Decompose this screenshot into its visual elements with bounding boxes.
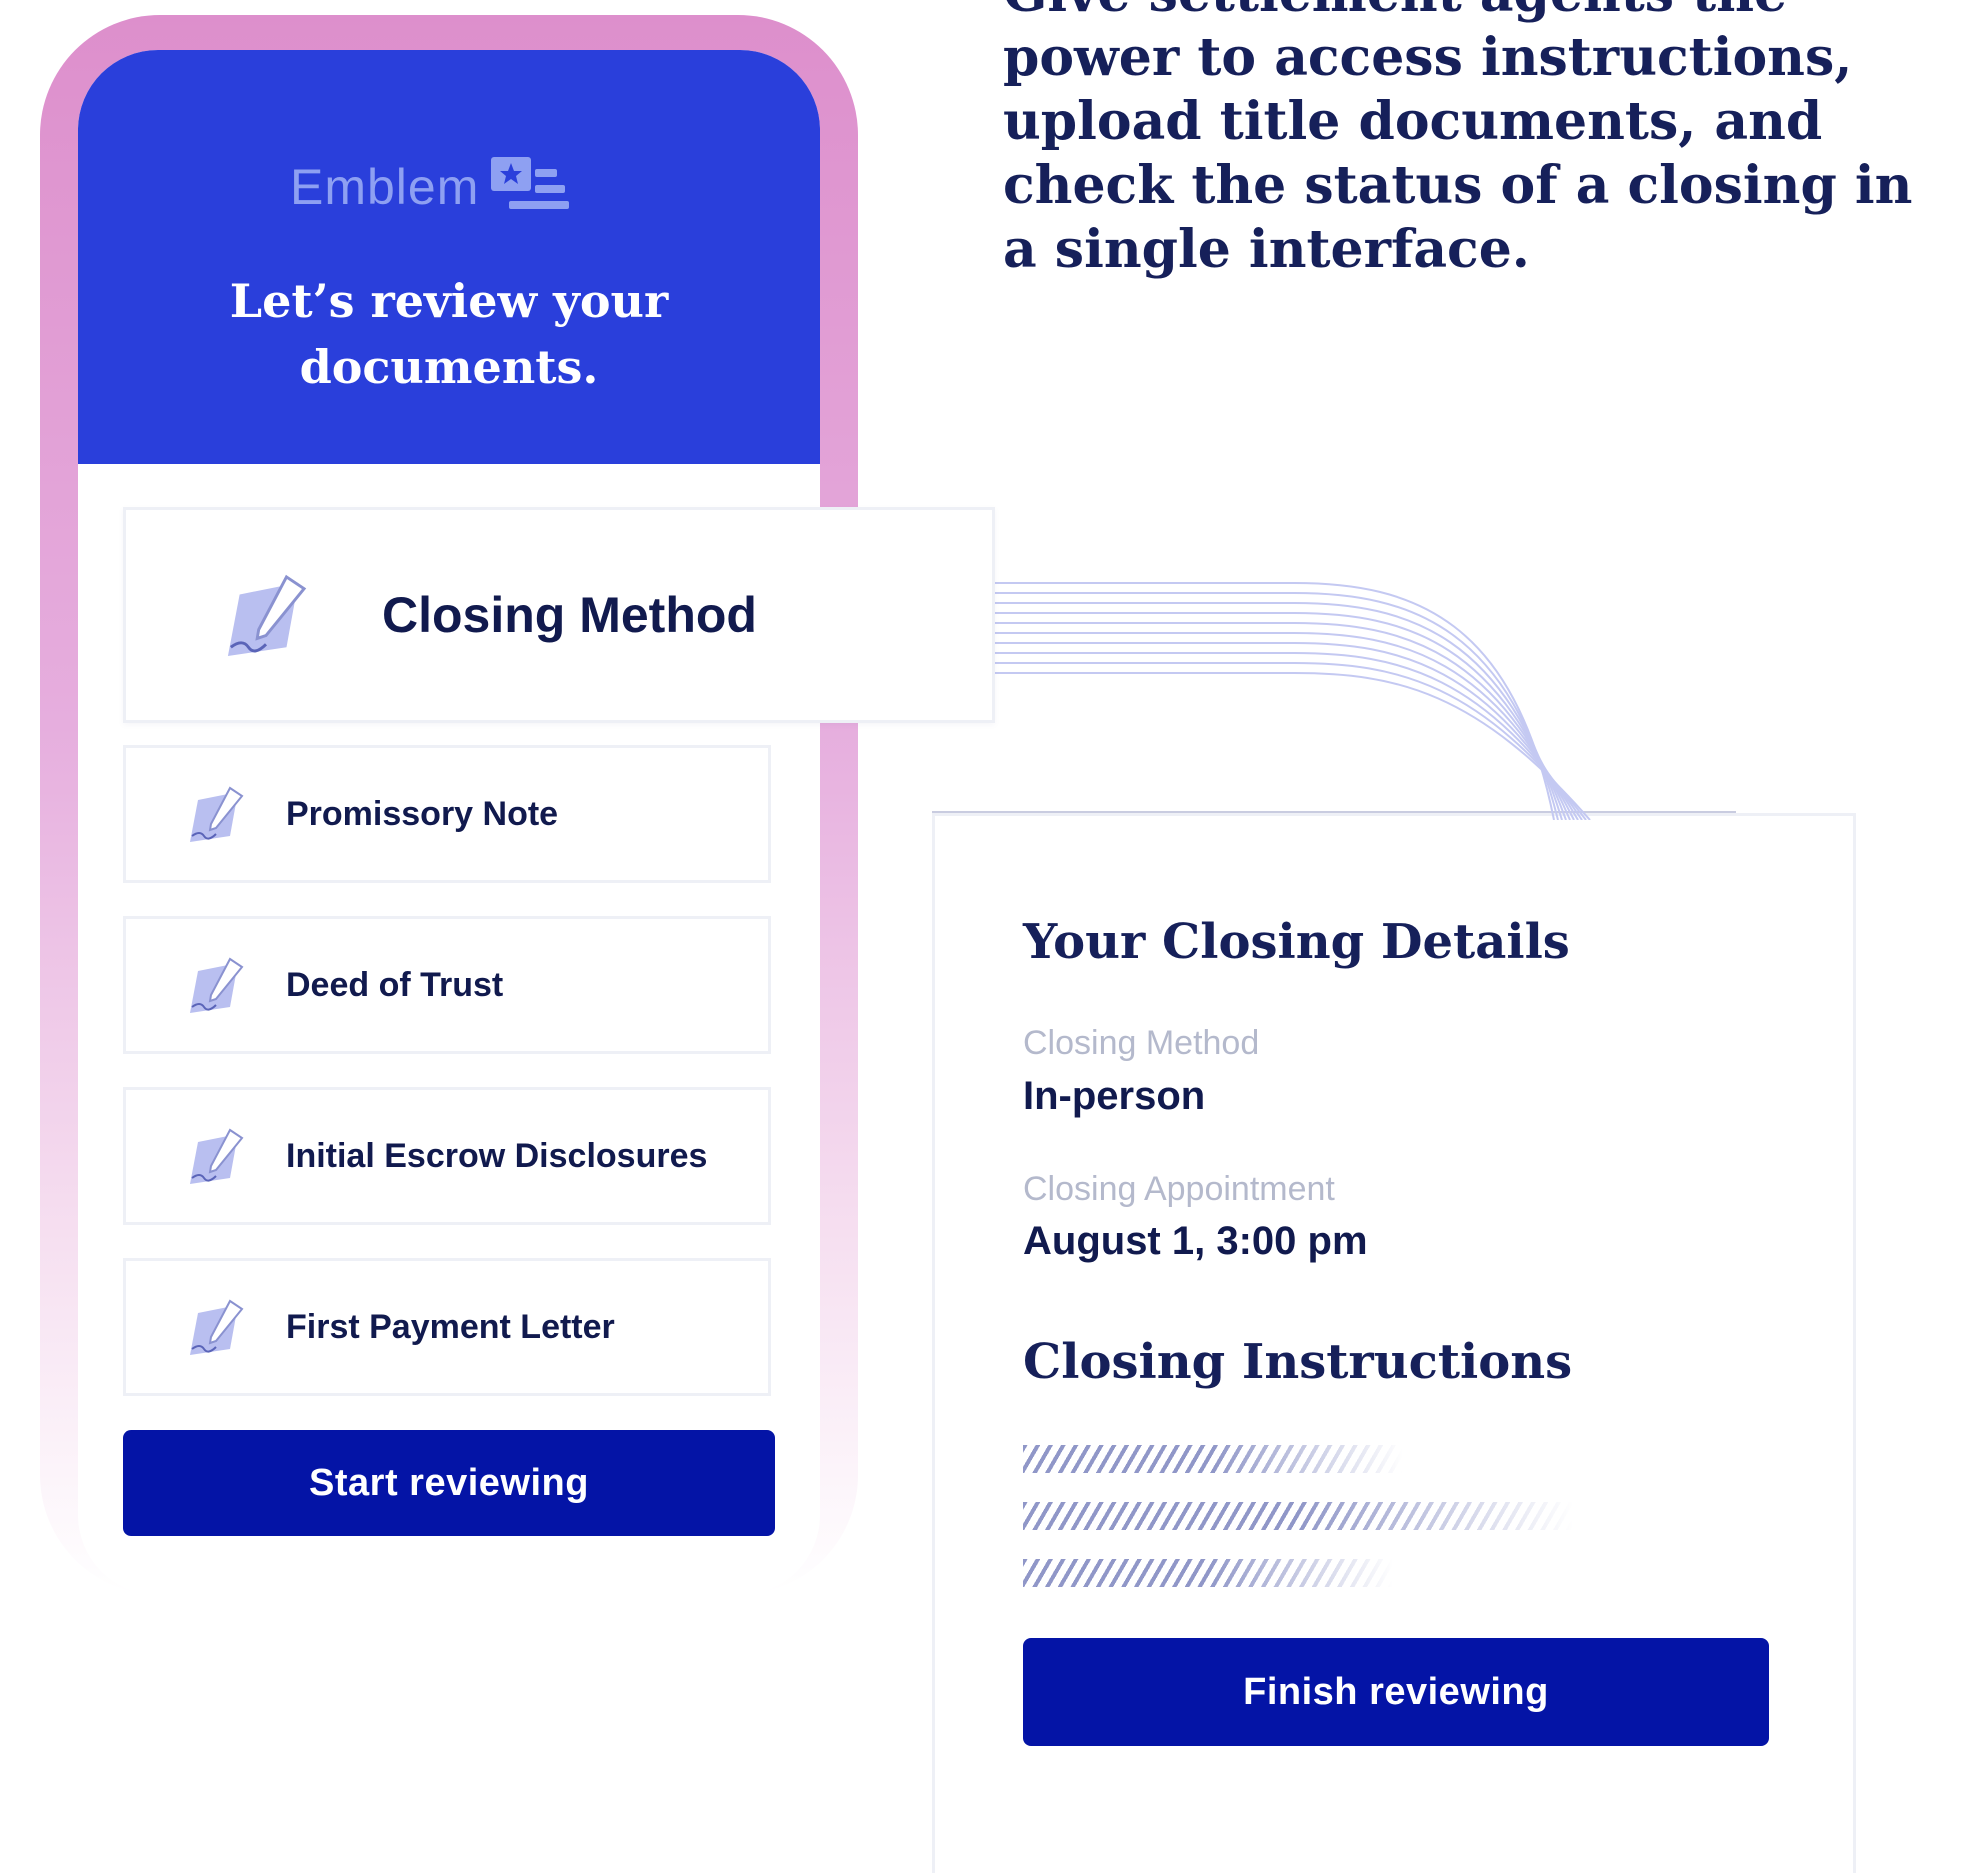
closing-method-label: Closing Method: [1023, 1024, 1260, 1062]
document-label: First Payment Letter: [286, 1307, 615, 1346]
document-label: Deed of Trust: [286, 965, 504, 1004]
closing-instructions-title: Closing Instructions: [1023, 1334, 1573, 1390]
closing-details-panel: Your Closing Details Closing Method In-p…: [932, 813, 1856, 1873]
document-item-initial-escrow-disclosures[interactable]: Initial Escrow Disclosures: [123, 1087, 771, 1225]
document-item-promissory-note[interactable]: Promissory Note: [123, 745, 771, 883]
phone-title-line2: documents.: [299, 340, 599, 394]
marketing-headline: Give settlement agents the power to acce…: [1003, 0, 1913, 280]
phone-title-line1: Let’s review your: [229, 274, 669, 328]
document-sign-icon: [190, 786, 244, 842]
document-item-first-payment-letter[interactable]: First Payment Letter: [123, 1258, 771, 1396]
closing-details-title: Your Closing Details: [1023, 914, 1570, 970]
featured-document-closing-method[interactable]: Closing Method: [123, 507, 995, 723]
document-sign-icon: [190, 1299, 244, 1355]
closing-method-value: In-person: [1023, 1074, 1206, 1118]
document-sign-icon: [190, 957, 244, 1013]
closing-appointment-label: Closing Appointment: [1023, 1170, 1335, 1208]
document-item-deed-of-trust[interactable]: Deed of Trust: [123, 916, 771, 1054]
featured-document-label: Closing Method: [382, 587, 757, 643]
brand: Emblem: [290, 152, 573, 222]
document-sign-icon: [227, 574, 307, 656]
emblem-logo-icon: [491, 157, 570, 209]
document-label: Initial Escrow Disclosures: [286, 1136, 708, 1175]
instructions-placeholder-line: [1023, 1559, 1393, 1587]
connector-lines: [994, 582, 1591, 820]
document-sign-icon: [190, 1128, 244, 1184]
instructions-placeholder-line: [1023, 1502, 1573, 1530]
brand-name: Emblem: [290, 159, 480, 215]
closing-appointment-value: August 1, 3:00 pm: [1023, 1219, 1368, 1263]
finish-reviewing-button[interactable]: Finish reviewing: [1023, 1638, 1769, 1746]
instructions-placeholder-line: [1023, 1445, 1403, 1473]
phone-header: Emblem Let’s review your documents.: [78, 50, 820, 464]
phone-title: Let’s review your documents.: [78, 268, 820, 400]
start-reviewing-button[interactable]: Start reviewing: [123, 1430, 775, 1536]
document-label: Promissory Note: [286, 794, 559, 833]
